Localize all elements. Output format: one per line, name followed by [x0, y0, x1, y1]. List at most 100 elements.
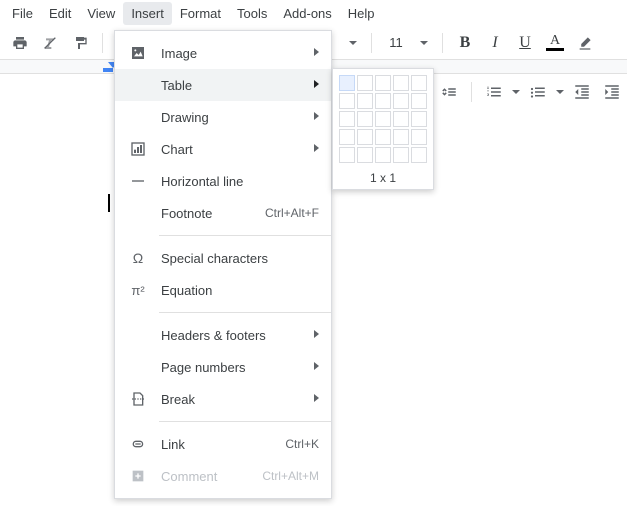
table-cell[interactable] — [375, 75, 391, 91]
table-cell[interactable] — [393, 129, 409, 145]
submenu-indicator — [314, 362, 319, 373]
omega-icon: Ω — [127, 249, 149, 267]
indent-marker-base-icon[interactable] — [103, 68, 113, 72]
table-cell[interactable] — [375, 147, 391, 163]
menu-edit[interactable]: Edit — [41, 2, 79, 25]
submenu-indicator — [314, 394, 319, 405]
numbered-list-icon — [485, 83, 503, 101]
italic-button[interactable]: I — [481, 29, 509, 57]
font-size-value[interactable]: 11 — [380, 32, 412, 54]
chevron-right-icon — [314, 80, 319, 88]
table-cell[interactable] — [393, 93, 409, 109]
decrease-indent-icon — [573, 83, 591, 101]
menu-item-label: Headers & footers — [161, 328, 314, 343]
insert-drawing[interactable]: Drawing — [115, 101, 331, 133]
table-cell[interactable] — [411, 129, 427, 145]
highlight-color-button[interactable] — [571, 29, 599, 57]
insert-table[interactable]: Table — [115, 69, 331, 101]
table-cell[interactable] — [339, 129, 355, 145]
chevron-right-icon — [314, 48, 319, 56]
numbered-list-button[interactable] — [480, 78, 508, 106]
comment-icon — [127, 467, 149, 485]
menu-addons[interactable]: Add-ons — [275, 2, 339, 25]
blank-icon — [127, 204, 149, 222]
table-cell[interactable] — [393, 75, 409, 91]
clear-formatting-icon — [42, 35, 58, 51]
table-cell[interactable] — [375, 129, 391, 145]
menu-item-label: Chart — [161, 142, 314, 157]
table-size-grid[interactable] — [339, 75, 427, 163]
submenu-indicator — [314, 80, 319, 91]
bold-button[interactable]: B — [451, 29, 479, 57]
table-cell[interactable] — [411, 147, 427, 163]
blank-icon — [127, 358, 149, 376]
paint-format-button[interactable] — [66, 29, 94, 57]
text-color-bar — [546, 48, 564, 51]
insert-equation[interactable]: π² Equation — [115, 274, 331, 306]
insert-dropdown: Image Table Drawing Chart Horizontal lin… — [114, 30, 332, 499]
table-cell[interactable] — [411, 75, 427, 91]
table-cell[interactable] — [339, 75, 355, 91]
chevron-down-icon — [349, 41, 357, 45]
menu-item-label: Special characters — [161, 251, 319, 266]
menu-file[interactable]: File — [4, 2, 41, 25]
underline-button[interactable]: U — [511, 29, 539, 57]
insert-link[interactable]: Link Ctrl+K — [115, 428, 331, 460]
toolbar-separator — [471, 82, 472, 102]
insert-image[interactable]: Image — [115, 37, 331, 69]
insert-chart[interactable]: Chart — [115, 133, 331, 165]
menu-tools[interactable]: Tools — [229, 2, 275, 25]
image-icon — [127, 44, 149, 62]
table-cell[interactable] — [357, 75, 373, 91]
chart-icon — [127, 140, 149, 158]
menu-item-label: Link — [161, 437, 285, 452]
font-family-dropdown[interactable] — [343, 29, 363, 57]
menu-insert[interactable]: Insert — [123, 2, 172, 25]
line-spacing-button[interactable] — [435, 78, 463, 106]
decrease-indent-button[interactable] — [568, 78, 596, 106]
insert-page-numbers[interactable]: Page numbers — [115, 351, 331, 383]
menu-view[interactable]: View — [79, 2, 123, 25]
table-cell[interactable] — [393, 111, 409, 127]
menu-item-label: Break — [161, 392, 314, 407]
table-size-submenu: 1 x 1 — [332, 68, 434, 190]
insert-footnote[interactable]: Footnote Ctrl+Alt+F — [115, 197, 331, 229]
insert-special-characters[interactable]: Ω Special characters — [115, 242, 331, 274]
table-cell[interactable] — [411, 111, 427, 127]
menu-separator — [159, 312, 331, 313]
chevron-down-icon — [420, 41, 428, 45]
table-cell[interactable] — [339, 93, 355, 109]
table-cell[interactable] — [357, 93, 373, 109]
pi-icon: π² — [127, 281, 149, 299]
numbered-list-dropdown[interactable] — [510, 78, 522, 106]
table-cell[interactable] — [339, 111, 355, 127]
increase-indent-button[interactable] — [598, 78, 626, 106]
table-cell[interactable] — [393, 147, 409, 163]
chevron-down-icon — [512, 90, 520, 94]
table-cell[interactable] — [357, 147, 373, 163]
insert-break[interactable]: Break — [115, 383, 331, 415]
insert-headers-footers[interactable]: Headers & footers — [115, 319, 331, 351]
font-size-dropdown[interactable] — [414, 29, 434, 57]
menu-item-label: Footnote — [161, 206, 265, 221]
increase-indent-icon — [603, 83, 621, 101]
text-color-button[interactable]: A — [541, 29, 569, 57]
clear-formatting-button[interactable] — [36, 29, 64, 57]
menu-format[interactable]: Format — [172, 2, 229, 25]
table-cell[interactable] — [375, 93, 391, 109]
table-cell[interactable] — [375, 111, 391, 127]
chevron-right-icon — [314, 394, 319, 402]
table-cell[interactable] — [357, 129, 373, 145]
text-color-icon: A — [550, 35, 560, 47]
bulleted-list-dropdown[interactable] — [554, 78, 566, 106]
menu-separator — [159, 235, 331, 236]
insert-horizontal-line[interactable]: Horizontal line — [115, 165, 331, 197]
submenu-indicator — [314, 330, 319, 341]
print-button[interactable] — [6, 29, 34, 57]
table-cell[interactable] — [339, 147, 355, 163]
table-dimensions-label: 1 x 1 — [339, 171, 427, 185]
table-cell[interactable] — [357, 111, 373, 127]
bulleted-list-button[interactable] — [524, 78, 552, 106]
table-cell[interactable] — [411, 93, 427, 109]
menu-help[interactable]: Help — [340, 2, 383, 25]
